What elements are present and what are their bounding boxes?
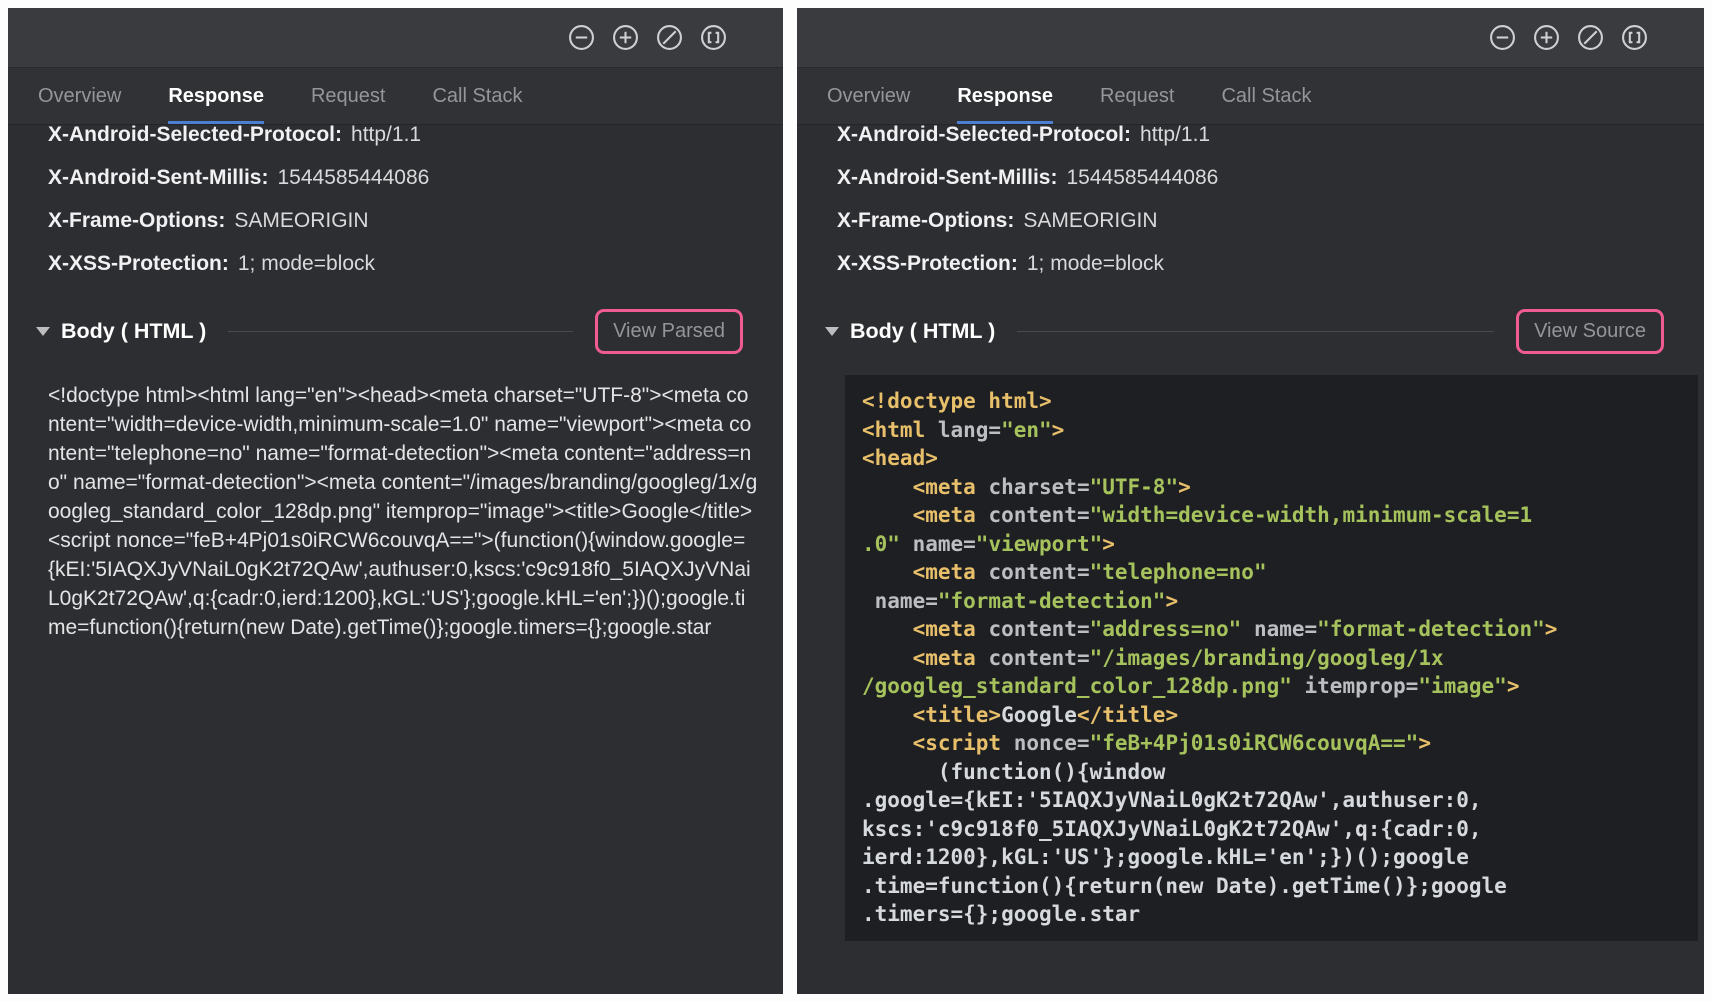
code-line: name="format-detection"> bbox=[862, 587, 1681, 616]
code-line: <meta charset="UTF-8"> bbox=[862, 473, 1681, 502]
response-headers-list: X-Android-Selected-Protocol: http/1.1 X-… bbox=[837, 125, 1664, 285]
focus-brackets-icon[interactable] bbox=[1621, 24, 1648, 51]
code-line: .0" name="viewport"> bbox=[862, 530, 1681, 559]
header-name: X-Android-Selected-Protocol bbox=[837, 125, 1124, 147]
tab-call-stack[interactable]: Call Stack bbox=[1221, 68, 1311, 124]
inspector-panel-parsed: Overview Response Request Call Stack X-A… bbox=[8, 8, 783, 994]
header-name: X-Frame-Options bbox=[837, 209, 1007, 233]
divider-line bbox=[228, 331, 573, 332]
code-line: .google={kEI:'5IAQXJyVNaiL0gK2t72QAw',au… bbox=[862, 786, 1681, 815]
code-line: <meta content="address=no" name="format-… bbox=[862, 615, 1681, 644]
header-row: X-Frame-Options: SAMEORIGIN bbox=[837, 199, 1664, 242]
header-value: 1; mode=block bbox=[238, 252, 375, 276]
header-value: http/1.1 bbox=[351, 125, 421, 147]
header-row: X-Android-Sent-Millis: 1544585444086 bbox=[837, 156, 1664, 199]
zoom-out-icon[interactable] bbox=[1489, 24, 1516, 51]
header-value: http/1.1 bbox=[1140, 125, 1210, 147]
code-line: <!doctype html> bbox=[862, 387, 1681, 416]
tab-overview[interactable]: Overview bbox=[827, 68, 910, 124]
focus-brackets-icon[interactable] bbox=[700, 24, 727, 51]
code-line: .timers={};google.star bbox=[862, 900, 1681, 929]
header-row: X-XSS-Protection: 1; mode=block bbox=[837, 242, 1664, 285]
code-line: ierd:1200},kGL:'US'};google.kHL='en';})(… bbox=[862, 843, 1681, 872]
code-line: /googleg_standard_color_128dp.png" itemp… bbox=[862, 672, 1681, 701]
header-separator: : bbox=[1011, 252, 1018, 276]
body-section-header: Body ( HTML ) View Parsed bbox=[48, 307, 743, 355]
code-line: <meta content="width=device-width,minimu… bbox=[862, 501, 1681, 530]
view-source-button[interactable]: View Source bbox=[1516, 309, 1664, 354]
code-line: <head> bbox=[862, 444, 1681, 473]
code-line: <meta content="telephone=no" bbox=[862, 558, 1681, 587]
response-content: X-Android-Selected-Protocol: http/1.1 X-… bbox=[797, 125, 1704, 994]
panel-toolbar bbox=[8, 8, 783, 68]
tab-response[interactable]: Response bbox=[168, 68, 264, 124]
header-name: X-XSS-Protection bbox=[837, 252, 1011, 276]
header-name: X-Android-Sent-Millis bbox=[837, 166, 1051, 190]
block-icon[interactable] bbox=[656, 24, 683, 51]
header-row: X-Frame-Options: SAMEORIGIN bbox=[48, 199, 743, 242]
parsed-body-text: <!doctype html><html lang="en"><head><me… bbox=[48, 381, 760, 642]
header-separator: : bbox=[1007, 209, 1014, 233]
body-section-header: Body ( HTML ) View Source bbox=[837, 307, 1664, 355]
code-line: (function(){window bbox=[862, 758, 1681, 787]
panel-toolbar bbox=[797, 8, 1704, 68]
zoom-in-icon[interactable] bbox=[1533, 24, 1560, 51]
header-row: X-XSS-Protection: 1; mode=block bbox=[48, 242, 743, 285]
collapse-triangle-icon[interactable] bbox=[825, 327, 839, 336]
header-separator: : bbox=[218, 209, 225, 233]
header-separator: : bbox=[1124, 125, 1131, 147]
inspector-panel-source: Overview Response Request Call Stack X-A… bbox=[797, 8, 1704, 994]
response-content: X-Android-Selected-Protocol: http/1.1 X-… bbox=[8, 125, 783, 994]
header-separator: : bbox=[335, 125, 342, 147]
header-name: X-XSS-Protection bbox=[48, 252, 222, 276]
header-row: X-Android-Selected-Protocol: http/1.1 bbox=[837, 125, 1664, 156]
divider-line bbox=[1017, 331, 1494, 332]
header-value: SAMEORIGIN bbox=[234, 209, 368, 233]
zoom-out-icon[interactable] bbox=[568, 24, 595, 51]
header-name: X-Android-Sent-Millis bbox=[48, 166, 262, 190]
header-value: 1544585444086 bbox=[1067, 166, 1219, 190]
header-name: X-Frame-Options bbox=[48, 209, 218, 233]
block-icon[interactable] bbox=[1577, 24, 1604, 51]
tab-request[interactable]: Request bbox=[1100, 68, 1175, 124]
header-value: 1; mode=block bbox=[1027, 252, 1164, 276]
collapse-triangle-icon[interactable] bbox=[36, 327, 50, 336]
response-headers-list: X-Android-Selected-Protocol: http/1.1 X-… bbox=[48, 125, 743, 285]
header-row: X-Android-Sent-Millis: 1544585444086 bbox=[48, 156, 743, 199]
body-section-label: Body ( HTML ) bbox=[850, 319, 995, 344]
header-separator: : bbox=[1051, 166, 1058, 190]
tab-response[interactable]: Response bbox=[957, 68, 1053, 124]
tab-overview[interactable]: Overview bbox=[38, 68, 121, 124]
zoom-in-icon[interactable] bbox=[612, 24, 639, 51]
code-line: <title>Google</title> bbox=[862, 701, 1681, 730]
header-name: X-Android-Selected-Protocol bbox=[48, 125, 335, 147]
header-row: X-Android-Selected-Protocol: http/1.1 bbox=[48, 125, 743, 156]
code-line: <meta content="/images/branding/googleg/… bbox=[862, 644, 1681, 673]
code-line: <script nonce="feB+4Pj01s0iRCW6couvqA=="… bbox=[862, 729, 1681, 758]
dual-inspector-view: Overview Response Request Call Stack X-A… bbox=[0, 0, 1712, 1002]
source-code-block: <!doctype html><html lang="en"><head> <m… bbox=[845, 375, 1698, 941]
header-value: 1544585444086 bbox=[278, 166, 430, 190]
view-parsed-button[interactable]: View Parsed bbox=[595, 309, 743, 354]
code-line: kscs:'c9c918f0_5IAQXJyVNaiL0gK2t72QAw',q… bbox=[862, 815, 1681, 844]
code-line: <html lang="en"> bbox=[862, 416, 1681, 445]
tab-bar: Overview Response Request Call Stack bbox=[797, 68, 1704, 125]
header-value: SAMEORIGIN bbox=[1023, 209, 1157, 233]
tab-request[interactable]: Request bbox=[311, 68, 386, 124]
header-separator: : bbox=[222, 252, 229, 276]
code-line: .time=function(){return(new Date).getTim… bbox=[862, 872, 1681, 901]
header-separator: : bbox=[262, 166, 269, 190]
body-section-label: Body ( HTML ) bbox=[61, 319, 206, 344]
tab-bar: Overview Response Request Call Stack bbox=[8, 68, 783, 125]
tab-call-stack[interactable]: Call Stack bbox=[432, 68, 522, 124]
